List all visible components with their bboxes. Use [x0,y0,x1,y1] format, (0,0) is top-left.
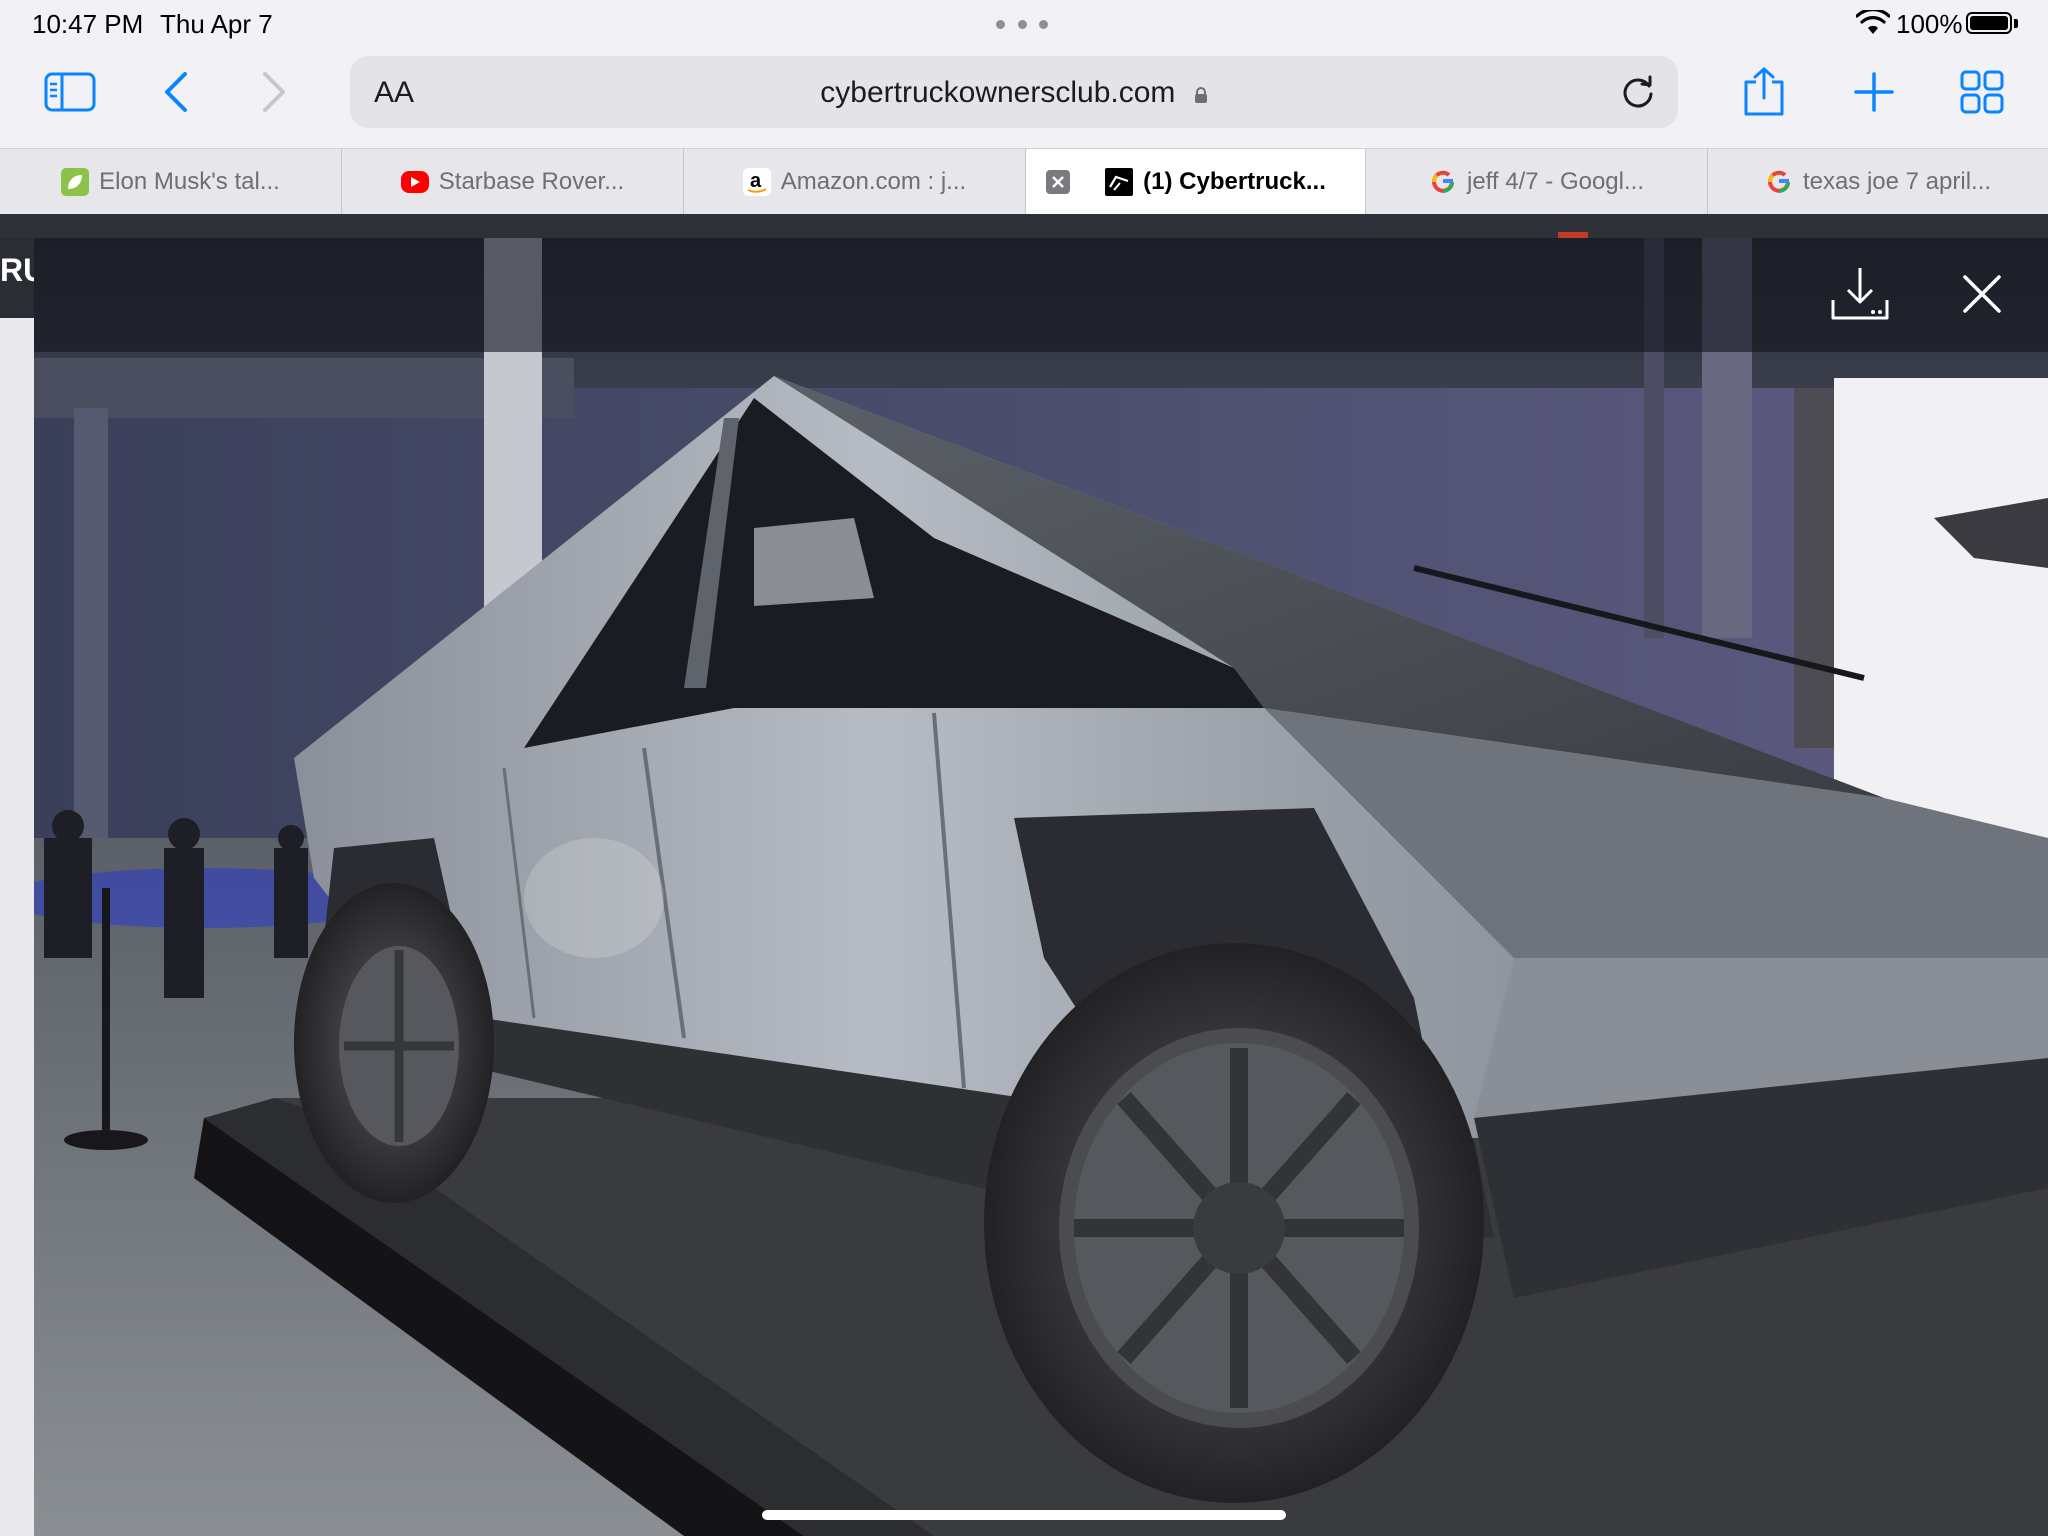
multitasking-dots-icon[interactable] [996,20,1048,30]
tab-title: Starbase Rover... [438,168,625,195]
youtube-favicon-icon [400,171,429,193]
battery-icon [1966,12,2012,34]
google-favicon-icon [1765,168,1793,196]
tab-title: (1) Cybertruck... [1143,168,1326,195]
lock-icon [1194,87,1207,103]
tab-google-jeff[interactable]: jeff 4/7 - Googl... [1366,149,1708,215]
amazon-favicon-icon: a [742,168,771,196]
tab-bar: Elon Musk's tal... Starbase Rover... a A… [0,148,2048,215]
lightbox-toolbar [34,238,2048,352]
share-icon[interactable] [1732,60,1796,124]
tab-title: Elon Musk's tal... [99,168,280,195]
tab-elon-musk[interactable]: Elon Musk's tal... [0,149,342,215]
home-indicator[interactable] [762,1510,1286,1520]
battery-percentage: 100% [1896,9,1963,39]
tab-starbase-rover[interactable]: Starbase Rover... [342,149,684,215]
tab-overview-icon[interactable] [1950,60,2014,124]
forward-icon[interactable] [242,60,306,124]
download-icon[interactable] [1824,258,1896,330]
address-bar[interactable]: AA cybertruckownersclub.com [350,56,1678,128]
url-display[interactable]: cybertruckownersclub.com [350,76,1678,110]
tab-amazon[interactable]: a Amazon.com : j... [684,149,1026,215]
svg-text:a: a [750,170,762,192]
site-logo-fragment: RU [0,238,34,318]
status-bar: 10:47 PM Thu Apr 7 100% [0,0,2048,48]
tab-google-texas-joe[interactable]: texas joe 7 april... [1708,149,2048,215]
tab-title: Amazon.com : j... [780,168,967,195]
close-icon[interactable] [1946,258,2018,330]
google-favicon-icon [1429,168,1457,196]
sidebar-icon[interactable] [38,60,102,124]
wifi-icon [1856,10,1890,34]
new-tab-icon[interactable] [1842,60,1906,124]
cybertruck-favicon-icon [1105,168,1134,196]
page-background [0,238,34,1536]
battery-tip [2014,19,2018,28]
status-date: Thu Apr 7 [160,9,273,39]
status-time: 10:47 PM [32,9,144,39]
url-text: cybertruckownersclub.com [820,76,1176,109]
tab-title: texas joe 7 april... [1802,168,1992,195]
lightbox-image[interactable] [34,238,2048,1536]
ipad-screen: 10:47 PM Thu Apr 7 100% AA cybertruckown… [0,0,2048,1536]
site-header-strip [0,214,2048,238]
browser-toolbar: AA cybertruckownersclub.com [0,48,2048,148]
reload-icon[interactable] [1618,72,1658,112]
back-icon[interactable] [144,60,208,124]
leaf-favicon-icon [61,168,90,196]
tab-cybertruck-active[interactable]: (1) Cybertruck... [1026,149,1366,215]
tab-title: jeff 4/7 - Googl... [1467,168,1644,195]
close-tab-icon[interactable] [1046,170,1070,194]
